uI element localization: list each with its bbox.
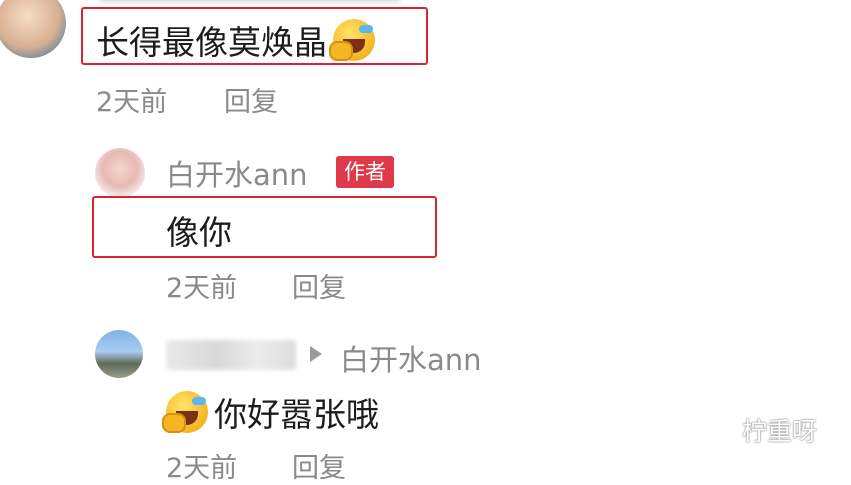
blurred-username [166, 340, 296, 370]
comment-time: 2天前 [96, 87, 168, 118]
reply-text[interactable]: 像你 [166, 206, 232, 254]
comment-content[interactable]: 长得最像莫焕晶 [96, 16, 375, 64]
watermark-text: 柠重呀 [742, 417, 818, 446]
author-avatar[interactable] [95, 148, 145, 198]
reply-arrow-icon [310, 346, 322, 362]
comment-content[interactable]: 你好嚣张哦 [162, 388, 379, 436]
reply-time: 2天前 [166, 273, 238, 304]
hidden-username-strip [100, 0, 400, 2]
reply-to-username[interactable]: 白开水ann [340, 337, 482, 379]
commenter-avatar[interactable] [0, 0, 66, 58]
user-avatar[interactable] [95, 330, 143, 378]
reply-button[interactable]: 回复 [292, 266, 346, 305]
comment-text: 你好嚣张哦 [214, 395, 379, 434]
laughing-crying-emoji-icon [329, 19, 375, 61]
author-username[interactable]: 白开水ann [166, 152, 308, 194]
highlighted-reply-box [92, 196, 437, 258]
laughing-crying-emoji-icon [162, 391, 208, 433]
reply-button[interactable]: 回复 [224, 80, 278, 119]
reply-button[interactable]: 回复 [292, 446, 346, 485]
author-badge: 作者 [336, 156, 394, 188]
comment-time: 2天前 [166, 453, 238, 484]
comment-text: 长得最像莫焕晶 [96, 23, 327, 62]
